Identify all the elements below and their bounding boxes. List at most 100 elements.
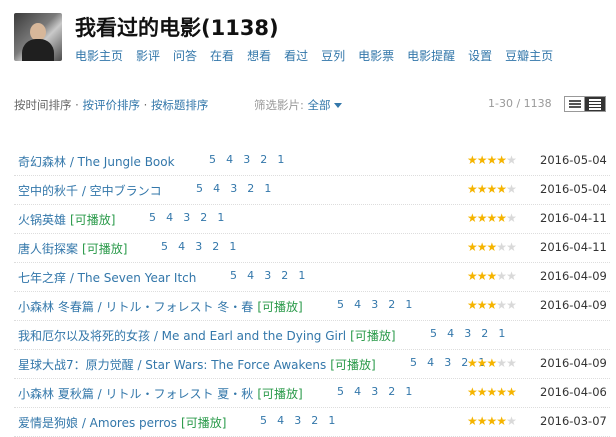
star-icon: ★ [496,269,507,283]
playable-tag[interactable]: [可播放] [257,300,302,314]
playable-tag[interactable]: [可播放] [257,387,302,401]
rating-scale[interactable]: 5 4 3 2 1 [430,327,509,340]
nav-item[interactable]: 看过 [284,49,308,63]
movie-title[interactable]: 小森林 夏秋篇 / リトル・フォレスト 夏・秋 [可播放] [18,385,303,402]
nav-item[interactable]: 电影主页 [75,49,123,63]
grid-view-icon[interactable] [565,97,585,111]
star-icon: ★ [496,153,507,167]
nav-item[interactable]: 设置 [468,49,492,63]
star-icon: ★ [476,269,488,283]
movie-title[interactable]: 星球大战7：原力觉醒 / Star Wars: The Force Awaken… [18,356,376,373]
movie-title-text: 星球大战7：原力觉醒 / Star Wars: The Force Awaken… [18,358,327,372]
watched-date: 2016-04-06 [540,385,607,399]
movie-title[interactable]: 火锅英雄 [可播放] [18,211,115,228]
star-icon: ★ [486,211,498,225]
star-icon: ★ [486,182,498,196]
sort-by-rating[interactable]: 按评价排序 [82,98,140,112]
star-rating: ★★★★★ [467,385,517,399]
playable-tag[interactable]: [可播放] [330,358,375,372]
rating-scale[interactable]: 5 4 3 2 1 [337,385,416,398]
star-icon: ★ [467,414,478,428]
star-icon: ★ [486,269,498,283]
star-icon: ★ [506,356,517,370]
star-icon: ★ [506,211,517,225]
star-icon: ★ [467,211,478,225]
movie-title-text: 空中的秋千 / 空中ブランコ [18,184,162,198]
rating-scale[interactable]: 5 4 3 2 1 [209,153,288,166]
nav-item[interactable]: 在看 [210,49,234,63]
star-icon: ★ [506,182,517,196]
star-icon: ★ [476,240,488,254]
movie-nav: 电影主页 影评 问答 在看 想看 看过 豆列 电影票 电影提醒 设置 豆瓣主页 [75,47,566,64]
nav-item[interactable]: 影评 [136,49,160,63]
playable-tag[interactable]: [可播放] [181,416,226,430]
rating-scale[interactable]: 5 4 3 2 1 [196,182,275,195]
user-avatar[interactable] [14,13,62,61]
sort-by-title[interactable]: 按标题排序 [151,98,209,112]
movie-row: 火锅英雄 [可播放] 5 4 3 2 1 ★★★★★ 2016-04-11 [14,205,610,234]
movie-title[interactable]: 爱情是狗娘 / Amores perros [可播放] [18,414,226,431]
movie-title[interactable]: 小森林 冬春篇 / リトル・フォレスト 冬・春 [可播放] [18,298,303,315]
movie-title[interactable]: 奇幻森林 / The Jungle Book [18,153,175,170]
chevron-down-icon [333,103,342,108]
star-icon: ★ [476,182,488,196]
star-icon: ★ [486,356,498,370]
page-header: 我看过的电影(1138) 电影主页 影评 问答 在看 想看 看过 豆列 电影票 电影提醒 设置 豆瓣… [0,0,616,80]
movie-title-text: 小森林 冬春篇 / リトル・フォレスト 冬・春 [18,300,254,314]
star-rating: ★★★★★ [467,211,517,225]
star-icon: ★ [467,240,478,254]
list-view-icon[interactable] [585,97,605,111]
watched-date: 2016-04-09 [540,269,607,283]
star-icon: ★ [506,269,517,283]
page-title: 我看过的电影(1138) [75,16,279,40]
playable-tag[interactable]: [可播放] [82,242,127,256]
movie-title[interactable]: 空中的秋千 / 空中ブランコ [18,182,162,199]
watched-date: 2016-04-11 [540,240,607,254]
movie-title[interactable]: 七年之痒 / The Seven Year Itch [18,269,196,286]
movie-row: 星球大战7：原力觉醒 / Star Wars: The Force Awaken… [14,350,610,379]
nav-item[interactable]: 豆列 [321,49,345,63]
movie-row: 奇幻森林 / The Jungle Book 5 4 3 2 1 ★★★★★ 2016… [14,147,610,176]
view-switcher [564,96,606,112]
movie-title[interactable]: 我和厄尔以及将死的女孩 / Me and Earl and the Dying … [18,327,396,344]
star-icon: ★ [496,298,507,312]
movie-row: 空中的秋千 / 空中ブランコ 5 4 3 2 1 ★★★★★ 2016-05-04 [14,176,610,205]
rating-scale[interactable]: 5 4 3 2 1 [149,211,228,224]
filter-label: 筛选影片: [254,98,308,112]
rating-scale[interactable]: 5 4 3 2 1 [161,240,240,253]
star-icon: ★ [506,385,517,399]
nav-item[interactable]: 豆瓣主页 [505,49,553,63]
filter-dropdown[interactable]: 全部 [308,98,342,112]
movie-title-text: 七年之痒 / The Seven Year Itch [18,271,197,285]
movie-row: 小森林 冬春篇 / リトル・フォレスト 冬・春 [可播放] 5 4 3 2 1 ★★★… [14,292,610,321]
playable-tag[interactable]: [可播放] [350,329,395,343]
page-count: 1-30 / 1138 [488,97,552,110]
star-rating: ★★★★★ [467,153,517,167]
star-icon: ★ [496,356,507,370]
playable-tag[interactable]: [可播放] [70,213,115,227]
star-rating: ★★★★★ [467,182,517,196]
rating-scale[interactable]: 5 4 3 2 1 [260,414,339,427]
star-icon: ★ [486,414,498,428]
movie-title-text: 我和厄尔以及将死的女孩 / Me and Earl and the Dying … [18,329,347,343]
star-icon: ★ [496,211,507,225]
star-icon: ★ [467,153,478,167]
star-icon: ★ [486,385,498,399]
rating-scale[interactable]: 5 4 3 2 1 [230,269,309,282]
watched-date: 2016-05-04 [540,182,607,196]
nav-item[interactable]: 电影票 [358,49,394,63]
movie-row: 七年之痒 / The Seven Year Itch 5 4 3 2 1 ★★★★★… [14,263,610,292]
movie-title[interactable]: 唐人街探案 [可播放] [18,240,127,257]
nav-item[interactable]: 问答 [173,49,197,63]
movie-row: 爱情是狗娘 / Amores perros [可播放] 5 4 3 2 1 ★★★★★… [14,408,610,437]
sort-by-time[interactable]: 按时间排序 [14,98,72,112]
star-icon: ★ [467,298,478,312]
movie-row: 小森林 夏秋篇 / リトル・フォレスト 夏・秋 [可播放] 5 4 3 2 1 ★ ★ ★… [14,379,610,408]
movie-row: 唐人街探案 [可播放] 5 4 3 2 1 ★★★★★ 2016-04-11 [14,234,610,263]
star-icon: ★ [476,414,488,428]
rating-scale[interactable]: 5 4 3 2 1 [337,298,416,311]
star-icon: ★ [467,385,478,399]
nav-item[interactable]: 想看 [247,49,271,63]
star-icon: ★ [476,356,488,370]
nav-item[interactable]: 电影提醒 [407,49,455,63]
